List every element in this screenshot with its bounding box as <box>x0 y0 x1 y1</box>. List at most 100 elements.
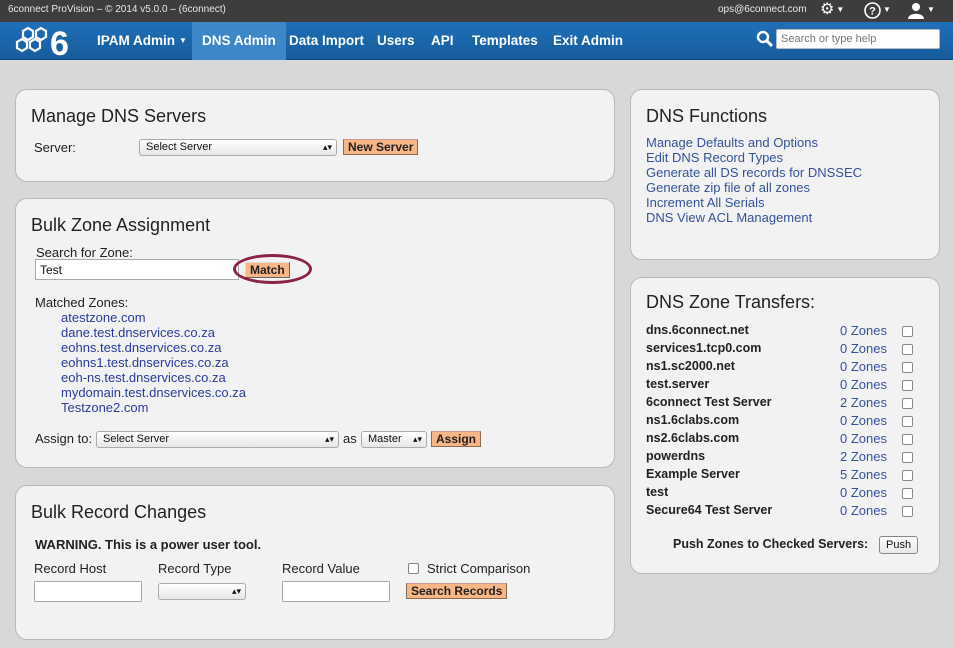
nav-dns-admin[interactable]: DNS Admin <box>192 22 286 60</box>
user-menu[interactable]: ▼ <box>907 1 935 19</box>
zones-link[interactable]: 0 Zones <box>840 377 887 392</box>
highlight-ellipse <box>233 254 312 284</box>
matched-zone-link[interactable]: atestzone.com <box>61 310 146 325</box>
zones-link[interactable]: 0 Zones <box>840 431 887 446</box>
zones-link[interactable]: 0 Zones <box>840 413 887 428</box>
server-name: 6connect Test Server <box>646 395 772 409</box>
server-name: ns1.sc2000.net <box>646 359 735 373</box>
role-select[interactable]: Master ▴▾ <box>361 431 427 448</box>
push-zones-label: Push Zones to Checked Servers: <box>673 537 869 551</box>
help-menu[interactable]: ? ▼ <box>864 1 891 19</box>
server-select[interactable]: Select Server ▴▾ <box>139 139 337 156</box>
zones-link[interactable]: 0 Zones <box>840 341 887 356</box>
matched-zone-link[interactable]: Testzone2.com <box>61 400 148 415</box>
zone-transfer-row: Example Server 5 Zones <box>631 467 931 485</box>
zones-link[interactable]: 2 Zones <box>840 395 887 410</box>
zone-transfer-checkbox[interactable] <box>902 452 913 463</box>
server-name: Secure64 Test Server <box>646 503 773 517</box>
as-label: as <box>343 431 357 446</box>
push-button[interactable]: Push <box>879 536 919 554</box>
select-value: Select Server <box>103 433 170 445</box>
assign-server-select[interactable]: Select Server ▴▾ <box>96 431 339 448</box>
function-link[interactable]: Increment All Serials <box>646 195 765 210</box>
gear-icon: ⚙ <box>820 1 835 19</box>
settings-menu[interactable]: ⚙ ▼ <box>820 1 844 19</box>
matched-zone-link[interactable]: eoh-ns.test.dnservices.co.za <box>61 370 226 385</box>
chevron-down-icon: ▼ <box>836 5 845 14</box>
matched-zone-link[interactable]: mydomain.test.dnservices.co.za <box>61 385 246 400</box>
zone-search-input[interactable] <box>35 259 239 280</box>
zone-transfer-row: powerdns 2 Zones <box>631 449 931 467</box>
select-value: Select Server <box>146 141 213 153</box>
zone-transfer-row: test.server 0 Zones <box>631 377 931 395</box>
nav-data-import[interactable]: Data Import <box>279 22 374 60</box>
user-email: ops@6connect.com <box>718 4 807 15</box>
strict-comparison-checkbox[interactable] <box>408 563 419 574</box>
new-server-button[interactable]: New Server <box>343 139 419 155</box>
assign-button[interactable]: Assign <box>431 431 482 447</box>
zone-transfer-checkbox[interactable] <box>902 398 913 409</box>
function-link[interactable]: Edit DNS Record Types <box>646 150 783 165</box>
zone-transfer-row: ns2.6clabs.com 0 Zones <box>631 431 931 449</box>
chevron-down-icon: ▼ <box>179 36 187 46</box>
user-icon <box>908 3 924 19</box>
nav-ipam-admin[interactable]: IPAM Admin ▼ <box>87 22 197 60</box>
server-name: ns2.6clabs.com <box>646 431 740 445</box>
version-text: 6connect ProVision – © 2014 v5.0.0 – (6c… <box>8 4 226 15</box>
nav-api[interactable]: API <box>421 22 464 60</box>
server-name: dns.6connect.net <box>646 323 749 337</box>
zones-link[interactable]: 5 Zones <box>840 467 887 482</box>
matched-zone-link[interactable]: eohns1.test.dnservices.co.za <box>61 355 229 370</box>
matched-zone-link[interactable]: dane.test.dnservices.co.za <box>61 325 215 340</box>
zones-link[interactable]: 0 Zones <box>840 359 887 374</box>
search-records-button[interactable]: Search Records <box>406 583 508 599</box>
zone-transfer-checkbox[interactable] <box>902 326 913 337</box>
help-icon: ? <box>864 1 881 19</box>
server-label: Server: <box>34 140 76 155</box>
zones-link[interactable]: 0 Zones <box>840 503 887 518</box>
zone-transfer-checkbox[interactable] <box>902 362 913 373</box>
record-value-input[interactable] <box>282 581 390 602</box>
server-name: test.server <box>646 377 710 391</box>
zone-transfer-list: dns.6connect.net 0 Zones services1.tcp0.c… <box>631 323 941 523</box>
function-link[interactable]: Manage Defaults and Options <box>646 135 818 150</box>
up-down-arrows-icon: ▴▾ <box>412 434 422 444</box>
search-icon[interactable] <box>756 30 774 48</box>
strict-comparison-label: Strict Comparison <box>427 561 531 576</box>
zone-transfer-checkbox[interactable] <box>902 380 913 391</box>
function-link[interactable]: Generate zip file of all zones <box>646 180 810 195</box>
zone-transfer-checkbox[interactable] <box>902 416 913 427</box>
record-type-select[interactable]: ▴▾ <box>158 583 246 600</box>
zone-transfer-checkbox[interactable] <box>902 470 913 481</box>
nav-label: IPAM Admin <box>97 33 175 48</box>
record-value-label: Record Value <box>282 561 360 576</box>
panel-title: DNS Functions <box>646 106 768 126</box>
search-input[interactable] <box>776 29 940 49</box>
zones-link[interactable]: 0 Zones <box>840 485 887 500</box>
zones-link[interactable]: 2 Zones <box>840 449 887 464</box>
panel-title: Bulk Record Changes <box>31 502 207 522</box>
zone-transfer-row: dns.6connect.net 0 Zones <box>631 323 931 341</box>
zone-transfer-checkbox[interactable] <box>902 434 913 445</box>
zone-transfer-checkbox[interactable] <box>902 506 913 517</box>
function-link[interactable]: Generate all DS records for DNSSEC <box>646 165 862 180</box>
manage-dns-servers-panel: Manage DNS Servers Server: Select Server… <box>15 89 615 182</box>
panel-title: Bulk Zone Assignment <box>31 215 211 235</box>
up-down-arrows-icon: ▴▾ <box>231 586 241 596</box>
zones-link[interactable]: 0 Zones <box>840 323 887 338</box>
function-link[interactable]: DNS View ACL Management <box>646 210 812 225</box>
nav-users[interactable]: Users <box>367 22 425 60</box>
zone-transfer-row: ns1.sc2000.net 0 Zones <box>631 359 931 377</box>
main-navbar: 6 IPAM Admin ▼ DNS Admin Data Import User… <box>0 22 953 60</box>
record-host-input[interactable] <box>34 581 142 602</box>
nav-exit-admin[interactable]: Exit Admin <box>543 22 633 60</box>
zone-transfer-checkbox[interactable] <box>902 488 913 499</box>
server-name: powerdns <box>646 449 706 463</box>
matched-zones-label: Matched Zones: <box>35 295 129 310</box>
chevron-down-icon: ▼ <box>883 5 891 14</box>
up-down-arrows-icon: ▴▾ <box>322 142 332 152</box>
matched-zone-link[interactable]: eohns.test.dnservices.co.za <box>61 340 221 355</box>
nav-templates[interactable]: Templates <box>462 22 548 60</box>
zone-transfer-checkbox[interactable] <box>902 344 913 355</box>
warning-text: WARNING. This is a power user tool. <box>35 537 262 552</box>
